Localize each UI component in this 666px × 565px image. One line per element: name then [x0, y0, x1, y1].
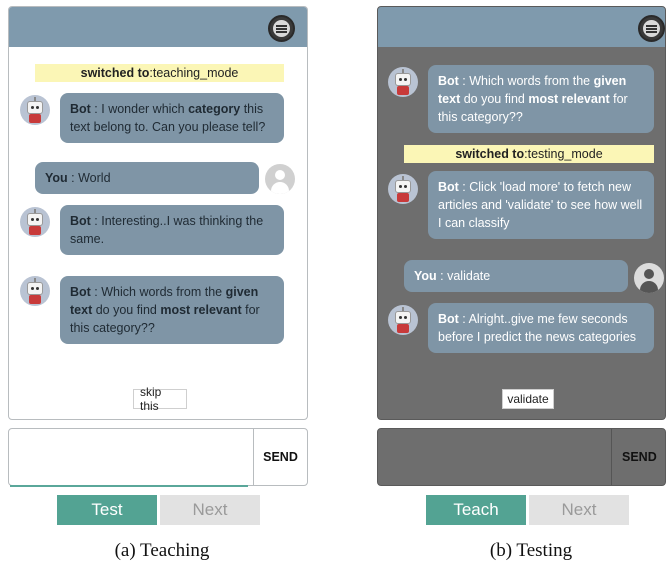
chat-header: [378, 7, 665, 47]
message-input[interactable]: [9, 429, 253, 485]
testing-panel: Bot : Which words from the given text do…: [377, 6, 666, 561]
chat-window: Bot : Which words from the given text do…: [377, 6, 666, 420]
validate-button[interactable]: validate: [502, 389, 554, 409]
test-button[interactable]: Test: [57, 495, 157, 525]
caption-teaching: (a) Teaching: [114, 540, 210, 561]
notice-prefix: switched to: [80, 66, 150, 80]
notice-value: teaching_mode: [152, 66, 239, 80]
notice-prefix: switched to: [455, 147, 525, 161]
teach-button[interactable]: Teach: [426, 495, 526, 525]
mode-switch-notice: switched to : testing_mode: [404, 145, 654, 163]
bot-message: Bot : Interesting..I was thinking the sa…: [60, 205, 284, 255]
sliders-icon[interactable]: [638, 15, 665, 42]
teaching-panel: switched to : teaching_mode Bot : I wond…: [8, 6, 308, 561]
message-input-row: SEND: [8, 428, 308, 486]
message-input-row: SEND: [377, 428, 666, 486]
robot-avatar-icon: [388, 67, 418, 97]
send-button[interactable]: SEND: [611, 429, 665, 485]
bot-message: Bot : Which words from the given text do…: [428, 65, 654, 133]
user-avatar-icon: [634, 263, 664, 293]
bot-message: Bot : Alright..give me few seconds befor…: [428, 303, 654, 353]
caption-testing: (b) Testing: [489, 540, 573, 561]
bot-message: Bot : I wonder which category this text …: [60, 93, 284, 143]
sliders-icon[interactable]: [268, 15, 295, 42]
user-message: You : World: [35, 162, 259, 194]
bot-message: Bot : Which words from the given text do…: [60, 276, 284, 344]
mode-switch-notice: switched to : teaching_mode: [35, 64, 284, 82]
robot-avatar-icon: [20, 207, 50, 237]
send-button[interactable]: SEND: [253, 429, 307, 485]
bot-message: Bot : Click 'load more' to fetch new art…: [428, 171, 654, 239]
next-button[interactable]: Next: [160, 495, 260, 525]
chat-header: [9, 7, 307, 47]
user-avatar-icon: [265, 164, 295, 194]
skip-button[interactable]: skip this: [133, 385, 187, 413]
next-button[interactable]: Next: [529, 495, 629, 525]
robot-avatar-icon: [388, 174, 418, 204]
robot-avatar-icon: [388, 305, 418, 335]
message-input[interactable]: [378, 429, 611, 485]
notice-value: testing_mode: [527, 147, 603, 161]
robot-avatar-icon: [20, 95, 50, 125]
user-message: You : validate: [404, 260, 628, 292]
chat-window: switched to : teaching_mode Bot : I wond…: [8, 6, 308, 420]
input-focus-underline: [10, 485, 248, 487]
robot-avatar-icon: [20, 276, 50, 306]
